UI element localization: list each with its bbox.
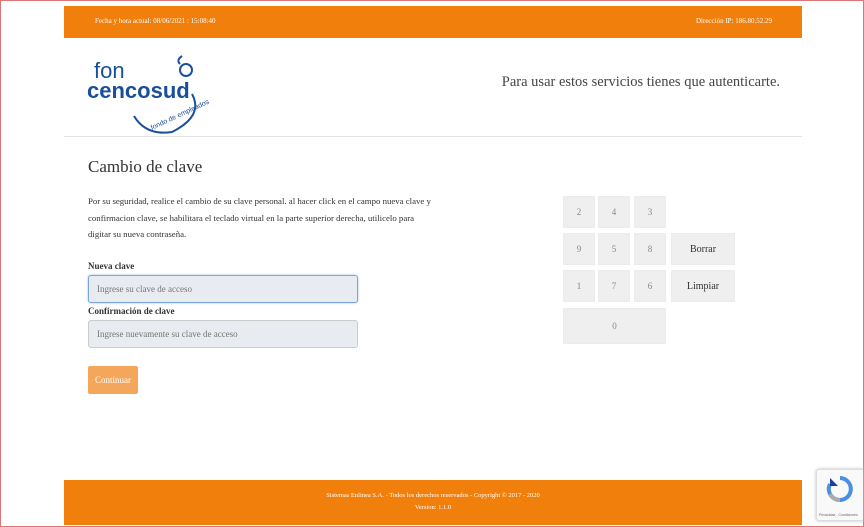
recaptcha-badge[interactable]: Privacidad - Condiciones — [816, 469, 863, 521]
recaptcha-links[interactable]: Privacidad - Condiciones — [819, 513, 858, 517]
keypad-key[interactable]: 9 — [563, 233, 595, 265]
keypad-key[interactable]: 3 — [634, 196, 666, 228]
keypad-key[interactable]: 4 — [598, 196, 630, 228]
delete-key[interactable]: Borrar — [671, 233, 735, 265]
footer: Sistemas Enlinea S.A. - Todos los derech… — [64, 480, 802, 525]
instructions-text: Por su seguridad, realice el cambio de s… — [88, 196, 431, 239]
confirm-password-input[interactable] — [88, 320, 358, 348]
current-datetime: Fecha y hora actual: 08/06/2021 : 15:08:… — [95, 17, 216, 25]
header: fon cencosud fondo de empleados Para usa… — [64, 38, 802, 137]
recaptcha-icon — [826, 476, 853, 502]
new-password-input[interactable] — [88, 275, 358, 303]
top-bar: Fecha y hora actual: 08/06/2021 : 15:08:… — [64, 6, 802, 38]
fon-cencosud-logo: fon cencosud fondo de empleados — [82, 48, 212, 138]
keypad-key[interactable]: 2 — [563, 196, 595, 228]
ip-address: Dirección IP: 186.80.52.29 — [695, 17, 772, 25]
auth-message: Para usar estos servicios tienes que aut… — [501, 74, 780, 90]
continue-button[interactable]: Continuar — [88, 366, 138, 394]
keypad-key[interactable]: 7 — [598, 270, 630, 302]
keypad-key[interactable]: 6 — [634, 270, 666, 302]
svg-text:cencosud: cencosud — [87, 78, 190, 103]
version-text: Version: 1.1.0 — [414, 504, 452, 511]
keypad-key[interactable]: 5 — [598, 233, 630, 265]
keypad-key[interactable]: 8 — [634, 233, 666, 265]
new-password-label: Nueva clave — [88, 261, 135, 271]
page-title: Cambio de clave — [88, 157, 203, 176]
keypad-key[interactable]: 1 — [563, 270, 595, 302]
clear-key[interactable]: Limpiar — [671, 270, 735, 302]
keypad-key-zero[interactable]: 0 — [563, 308, 666, 344]
copyright-text: Sistemas Enlinea S.A. - Todos los derech… — [326, 492, 540, 499]
confirm-password-label: Confirmación de clave — [88, 306, 175, 316]
